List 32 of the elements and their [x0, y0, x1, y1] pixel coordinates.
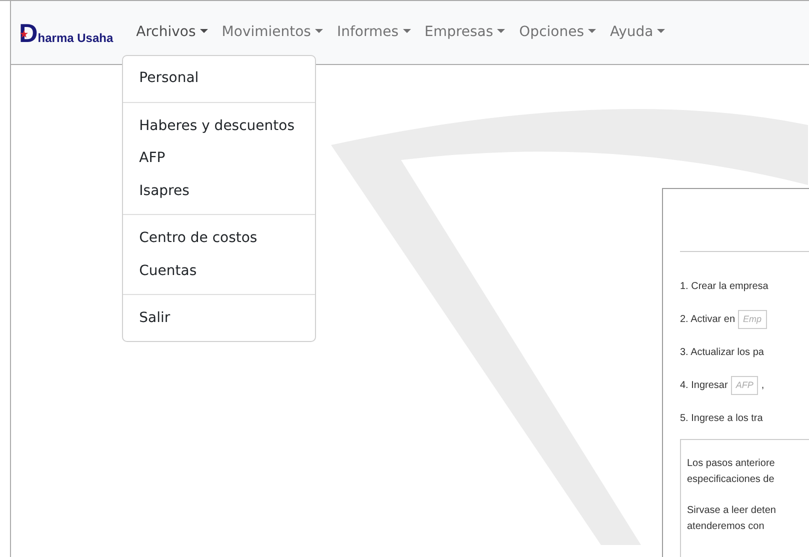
menu-item[interactable]: Movimientos [214, 14, 330, 51]
dropdown-item[interactable]: Haberes y descuentos [123, 110, 316, 142]
step-text: 3. Actualizar los pa [680, 346, 764, 360]
step-text: , [761, 379, 764, 393]
step-text: 4. Ingresar [680, 379, 728, 393]
note-text: atenderemos con [687, 520, 766, 534]
menu-item[interactable]: Empresas [418, 14, 512, 51]
caret-icon [200, 29, 208, 33]
note-text: Los pasos anteriore [687, 457, 776, 471]
caret-icon [402, 29, 411, 33]
caret-icon [314, 29, 323, 33]
menu-tag: AFP [730, 376, 758, 396]
star-icon [20, 30, 28, 38]
dropdown-item[interactable]: Personal [123, 62, 316, 94]
dropdown-item[interactable]: Isapres [123, 174, 316, 207]
step-text: 5. Ingrese a los tra [680, 412, 763, 426]
caret-icon [588, 29, 596, 33]
dropdown-item[interactable]: AFP [123, 142, 316, 174]
menu-item[interactable]: Ayuda [603, 14, 672, 51]
menu-tag: Emp [738, 310, 767, 330]
dropdown-item[interactable]: Centro de costos [123, 222, 316, 254]
step-text: 2. Activar en [680, 313, 736, 327]
note-text: Sirvase a leer deten [687, 504, 777, 518]
menu-item[interactable]: Archivos [129, 14, 215, 51]
menu-item[interactable]: Informes [330, 14, 418, 51]
note-text: especificaciones de [687, 473, 776, 487]
dropdown-item[interactable]: Salir [123, 302, 316, 334]
caret-icon [497, 29, 506, 33]
caret-icon [657, 29, 666, 33]
menu-item[interactable]: Opciones [512, 14, 603, 51]
step-text: 1. Crear la empresa [680, 280, 768, 294]
dropdown-item[interactable]: Cuentas [123, 254, 316, 287]
